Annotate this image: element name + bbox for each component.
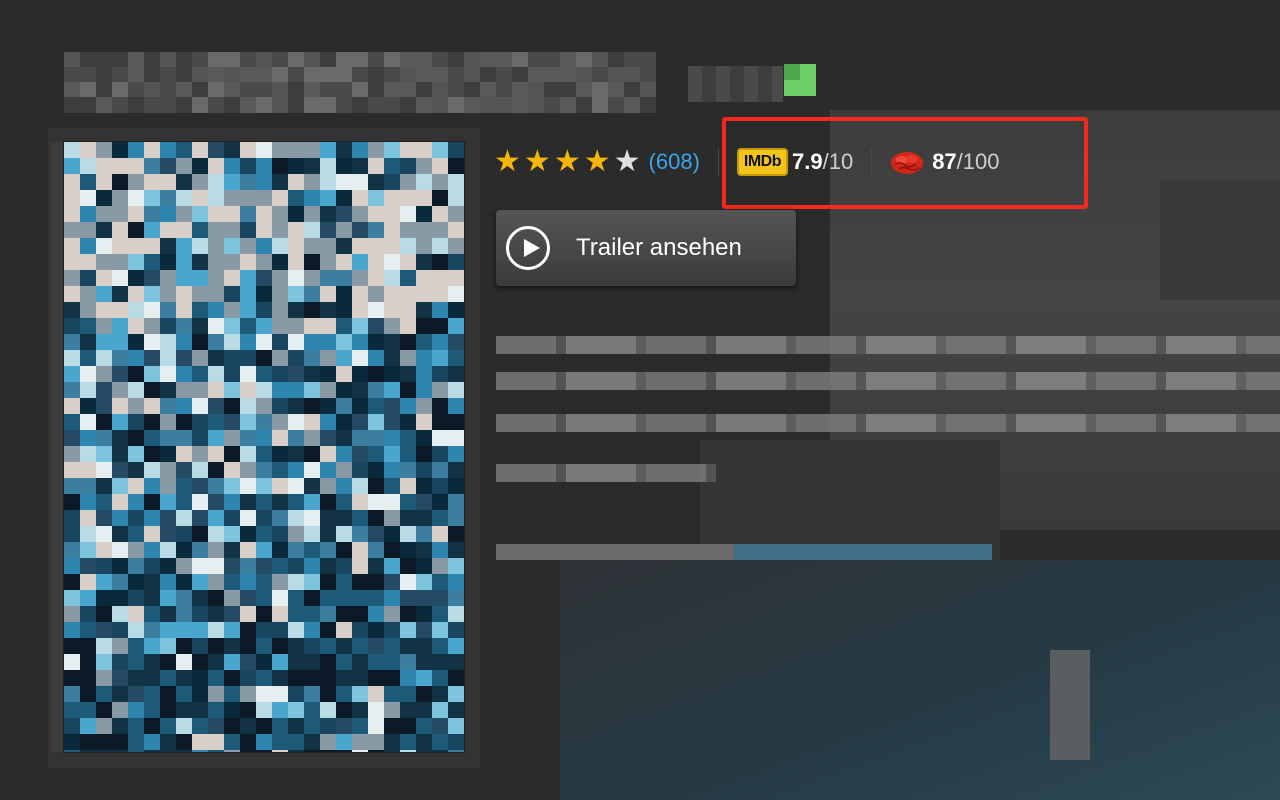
age-rating-badge: [784, 64, 816, 96]
description-pixelated: [496, 372, 1280, 390]
star-filled-icon[interactable]: ★: [494, 147, 521, 177]
cast-links-pixelated[interactable]: [496, 544, 992, 560]
backdrop-region: [1160, 180, 1280, 300]
description-pixelated: [496, 336, 1280, 354]
movie-title-pixelated: [64, 52, 664, 114]
play-icon: [506, 226, 550, 270]
trailer-button-label: Trailer ansehen: [576, 234, 742, 261]
backdrop-region: [1050, 650, 1090, 760]
star-rating[interactable]: ★ ★ ★ ★ ★: [494, 147, 641, 177]
backdrop-region: [700, 440, 1000, 560]
description-pixelated: [496, 414, 1280, 432]
star-filled-icon[interactable]: ★: [524, 147, 551, 177]
ratings-highlight-box: [722, 117, 1088, 209]
backdrop-region: [560, 560, 1280, 800]
star-filled-icon[interactable]: ★: [584, 147, 611, 177]
star-filled-icon[interactable]: ★: [554, 147, 581, 177]
divider: [717, 148, 719, 176]
watch-trailer-button[interactable]: Trailer ansehen: [496, 210, 796, 286]
description-pixelated: [496, 464, 716, 482]
movie-poster-pixelated[interactable]: [64, 142, 464, 752]
star-empty-icon[interactable]: ★: [614, 147, 641, 177]
vote-count-link[interactable]: (608): [649, 149, 700, 175]
movie-meta-pixelated: [688, 66, 783, 102]
